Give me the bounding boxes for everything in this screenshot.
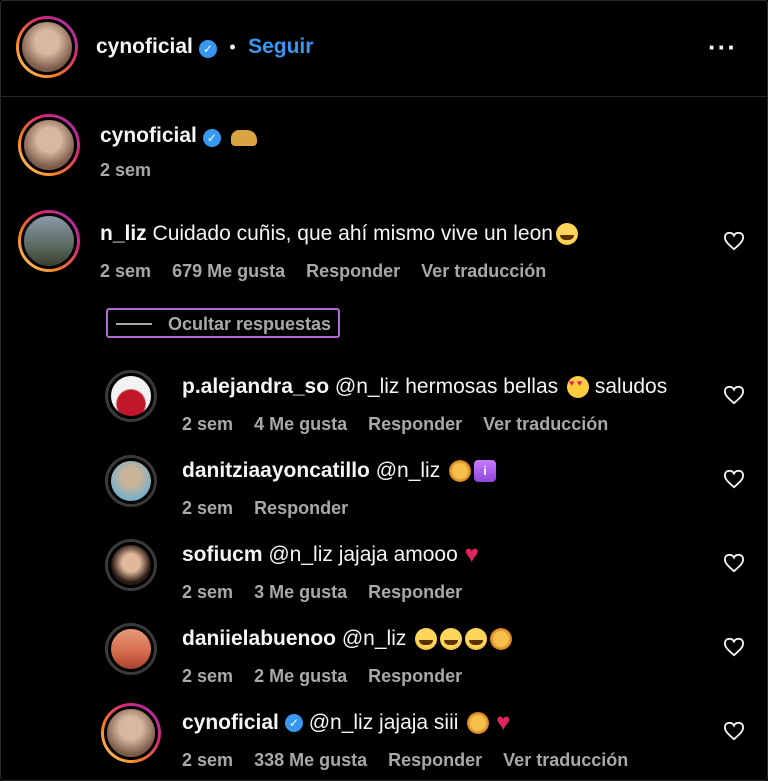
reply-body: cynoficial ✓ @n_liz jajaja siii ♥ — [182, 711, 514, 735]
comment-meta: 2 sem 679 Me gusta Responder Ver traducc… — [100, 261, 562, 282]
laughing-emoji — [415, 628, 438, 651]
verified-icon: ✓ — [198, 39, 217, 58]
reply-body: sofiucm @n_liz jajaja amooo ♥ — [182, 543, 483, 567]
reply-text: @n_liz hermosas bellas — [334, 375, 559, 398]
caption: cynoficial ✓ — [100, 124, 258, 148]
reply-button[interactable]: Responder — [254, 498, 348, 518]
caption-time: 2 sem — [100, 160, 167, 181]
reply-likes[interactable]: 2 Me gusta — [254, 666, 347, 686]
reply-body: danitziaayoncatillo @n_liz i — [182, 459, 497, 483]
avatar[interactable] — [105, 370, 157, 422]
reply-username[interactable]: danitziaayoncatillo — [182, 459, 370, 482]
laughing-emoji — [440, 628, 463, 651]
avatar[interactable] — [18, 114, 80, 176]
reply-time: 2 sem — [182, 750, 234, 770]
translate-button[interactable]: Ver traducción — [483, 414, 608, 434]
reply-meta: 2 sem Responder — [182, 498, 364, 519]
heart-icon[interactable] — [723, 553, 745, 573]
verified-icon: ✓ — [284, 714, 303, 733]
reply-meta: 2 sem 4 Me gusta Responder Ver traducció… — [182, 414, 624, 435]
hide-replies-label: Ocultar respuestas — [168, 314, 332, 334]
avatar[interactable] — [105, 623, 157, 675]
heart-icon[interactable] — [723, 385, 745, 405]
reply-username[interactable]: sofiucm — [182, 543, 263, 566]
heart-icon[interactable] — [723, 469, 745, 489]
follow-button[interactable]: Seguir — [248, 35, 313, 58]
laughing-emoji — [555, 223, 578, 246]
red-heart-emoji: ♥ — [496, 709, 511, 737]
header-username[interactable]: cynoficial — [96, 35, 193, 58]
reply-time: 2 sem — [182, 582, 234, 602]
avatar[interactable] — [105, 539, 157, 591]
reply-time: 2 sem — [182, 414, 234, 434]
caption-username[interactable]: cynoficial — [100, 124, 197, 147]
laughing-emoji — [465, 628, 488, 651]
avatar[interactable] — [18, 210, 80, 272]
comment-likes[interactable]: 679 Me gusta — [172, 261, 285, 281]
reply-likes[interactable]: 338 Me gusta — [254, 750, 367, 770]
reply-body: daniielabuenoo @n_liz — [182, 627, 513, 651]
comment-username[interactable]: n_liz — [100, 222, 147, 245]
reply-text: @n_liz jajaja amooo — [268, 543, 458, 566]
info-emoji: i — [474, 460, 497, 483]
avatar[interactable] — [101, 703, 161, 763]
header-user: cynoficial ✓ • Seguir — [96, 35, 313, 59]
comment-time: 2 sem — [100, 261, 152, 281]
reply-meta: 2 sem 338 Me gusta Responder Ver traducc… — [182, 750, 644, 771]
caption-time-label: 2 sem — [100, 160, 152, 180]
lion-emoji — [490, 628, 513, 651]
reply-meta: 2 sem 3 Me gusta Responder — [182, 582, 478, 603]
translate-button[interactable]: Ver traducción — [421, 261, 546, 281]
avatar[interactable] — [105, 455, 157, 507]
reply-time: 2 sem — [182, 666, 234, 686]
heart-icon[interactable] — [723, 721, 745, 741]
translate-button[interactable]: Ver traducción — [503, 750, 628, 770]
avatar[interactable] — [16, 16, 78, 78]
heart-icon[interactable] — [723, 231, 745, 251]
header-separator: • — [229, 37, 236, 57]
post-header: cynoficial ✓ • Seguir ··· — [0, 0, 768, 97]
reply-body: p.alejandra_so @n_liz hermosas bellas sa… — [182, 375, 667, 399]
reply-time: 2 sem — [182, 498, 234, 518]
heart-eyes-emoji — [567, 376, 589, 399]
lion-emoji — [449, 460, 472, 483]
reply-button[interactable]: Responder — [368, 582, 462, 602]
reply-likes[interactable]: 4 Me gusta — [254, 414, 347, 434]
verified-icon: ✓ — [202, 128, 221, 147]
reply-button[interactable]: Responder — [306, 261, 400, 281]
hide-replies-button[interactable]: Ocultar respuestas — [106, 308, 340, 338]
reply-text: @n_liz — [375, 459, 441, 482]
reply-text: @n_liz — [341, 627, 407, 650]
red-heart-emoji: ♥ — [464, 541, 479, 569]
divider-line — [116, 323, 152, 325]
reply-username[interactable]: cynoficial — [182, 711, 279, 734]
reply-username[interactable]: daniielabuenoo — [182, 627, 336, 650]
more-horizontal-icon[interactable]: ··· — [708, 32, 737, 63]
reply-text-2: saludos — [594, 375, 668, 398]
heart-icon[interactable] — [723, 637, 745, 657]
comment-text: Cuidado cuñis, que ahí mismo vive un leo… — [152, 222, 553, 245]
comment-body: n_liz Cuidado cuñis, que ahí mismo vive … — [100, 222, 578, 246]
reply-username[interactable]: p.alejandra_so — [182, 375, 329, 398]
reply-button[interactable]: Responder — [388, 750, 482, 770]
reply-likes[interactable]: 3 Me gusta — [254, 582, 347, 602]
reply-button[interactable]: Responder — [368, 414, 462, 434]
leopard-emoji — [231, 129, 258, 146]
reply-button[interactable]: Responder — [368, 666, 462, 686]
reply-text: @n_liz jajaja siii — [308, 711, 459, 734]
reply-meta: 2 sem 2 Me gusta Responder — [182, 666, 478, 687]
lion-emoji — [467, 712, 490, 735]
